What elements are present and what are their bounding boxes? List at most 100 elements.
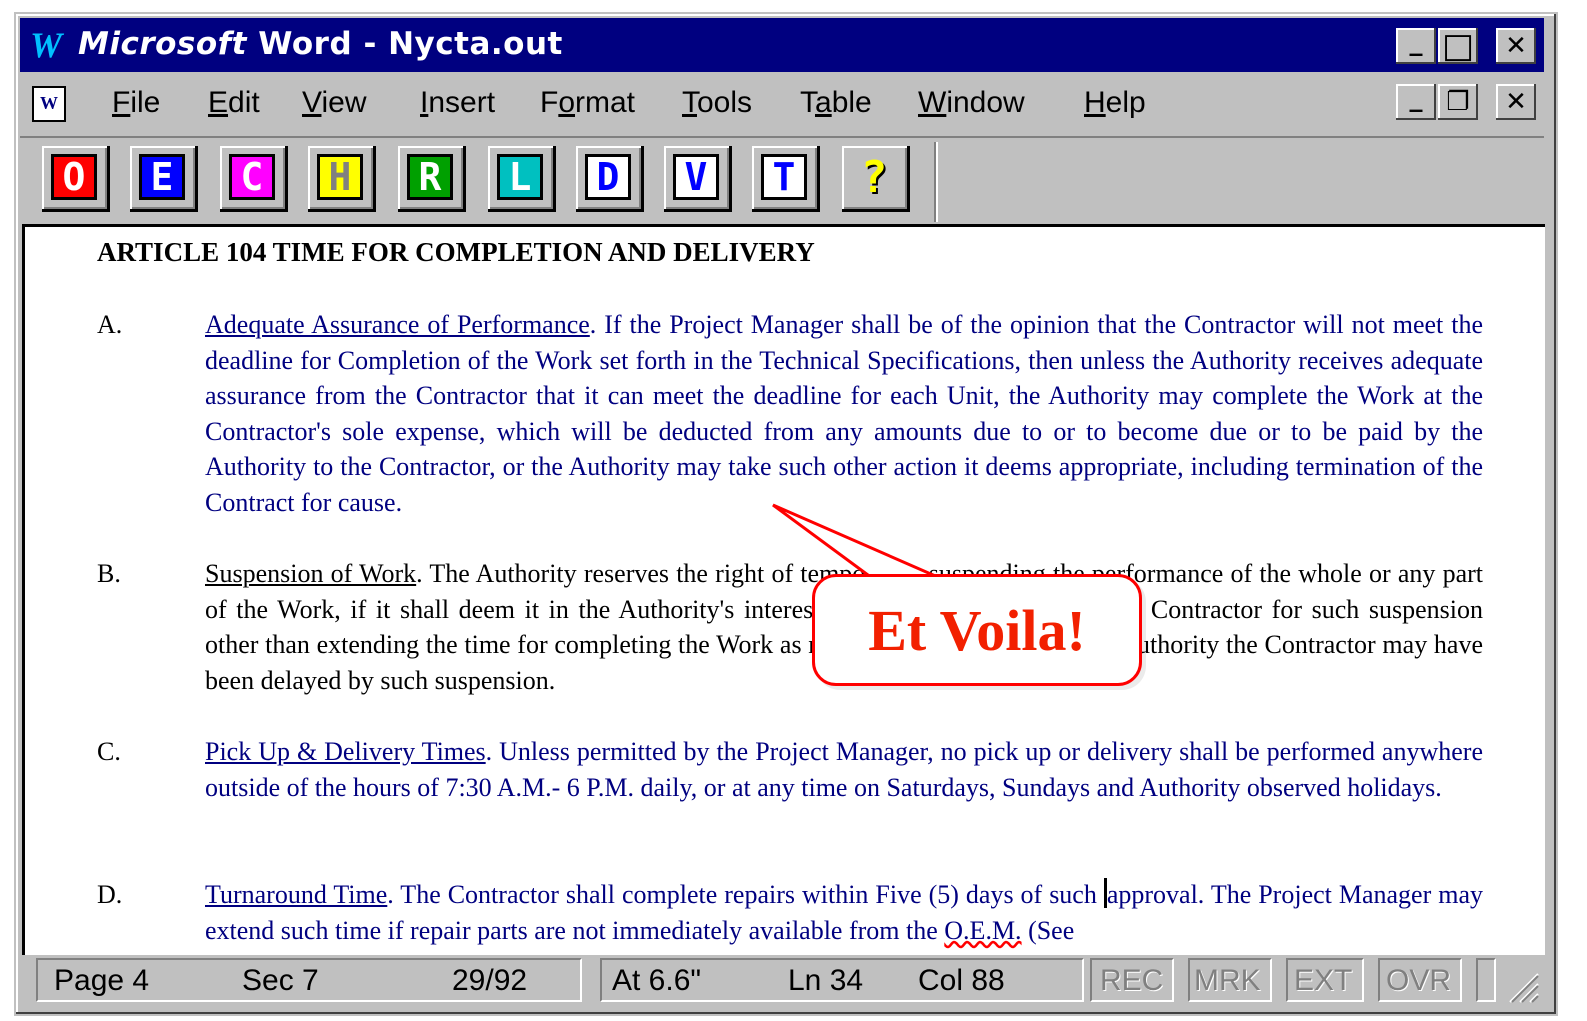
menu-label-part: T bbox=[800, 86, 815, 119]
toolbar-letter-icon: E bbox=[139, 154, 185, 200]
menu-item[interactable]: Edit bbox=[208, 86, 260, 120]
menu-label-part: dit bbox=[228, 86, 260, 119]
menu-label-part: elp bbox=[1105, 86, 1146, 119]
paragraph-letter: B. bbox=[97, 559, 121, 588]
minimize-icon: _ bbox=[1409, 27, 1423, 57]
oem-abbreviation: O.E.M. bbox=[944, 915, 1022, 945]
paragraph-letter: A. bbox=[97, 310, 123, 339]
menu-label-part: ile bbox=[130, 86, 161, 119]
status-at: At 6.6" bbox=[612, 964, 702, 997]
toolbar-button-d[interactable]: D bbox=[576, 146, 644, 212]
paragraph-heading: Turnaround Time bbox=[205, 880, 388, 909]
toolbar-button-v[interactable]: V bbox=[664, 146, 732, 212]
toolbar-letter-icon: O bbox=[51, 154, 97, 200]
minimize-icon: _ bbox=[1409, 83, 1423, 113]
menu-label-part: ble bbox=[831, 86, 872, 119]
article-heading: ARTICLE 104 TIME FOR COMPLETION AND DELI… bbox=[97, 237, 815, 267]
toolbar-letter-icon: L bbox=[497, 154, 543, 200]
menu-label-part: ools bbox=[697, 86, 753, 119]
rec-indicator[interactable]: REC bbox=[1100, 964, 1163, 998]
resize-grip-icon[interactable] bbox=[1500, 964, 1540, 1004]
title-bar[interactable]: W Microsoft Word - Nycta.out _ □ ✕ bbox=[20, 18, 1544, 72]
ext-indicator[interactable]: EXT bbox=[1294, 964, 1352, 998]
menu-bar: W File Edit View Insert Format Tools Table Wind… bbox=[20, 76, 1544, 132]
toolbar-button-help[interactable]: ? bbox=[842, 146, 910, 212]
toolbar-separator bbox=[934, 142, 938, 222]
paragraph-text: . If the Project Manager shall be of the… bbox=[205, 310, 1483, 517]
status-page-count: 29/92 bbox=[452, 964, 528, 997]
document-icon[interactable]: W bbox=[32, 86, 66, 122]
toolbar-letter-icon: V bbox=[673, 154, 719, 200]
toolbar-letter-icon: D bbox=[585, 154, 631, 200]
paragraph-text: . The Contractor shall complete repairs … bbox=[387, 880, 1104, 909]
toolbar-button-o[interactable]: O bbox=[42, 146, 110, 212]
status-page: Page 4 bbox=[54, 964, 150, 997]
restore-icon: ❐ bbox=[1446, 87, 1470, 117]
paragraph-body: Turnaround Time. The Contractor shall co… bbox=[205, 877, 1483, 948]
mrk-indicator[interactable]: MRK bbox=[1194, 964, 1261, 998]
toolbar-button-c[interactable]: C bbox=[220, 146, 288, 212]
minimize-button[interactable]: _ bbox=[1396, 27, 1436, 64]
toolbar-button-t[interactable]: T bbox=[752, 146, 820, 212]
menu-label-part: indow bbox=[946, 86, 1025, 119]
menu-item[interactable]: View bbox=[302, 86, 366, 120]
paragraph-letter: C. bbox=[97, 737, 121, 766]
paragraph-letter: D. bbox=[97, 880, 123, 909]
help-question-icon: ? bbox=[851, 152, 897, 203]
menu-item[interactable]: Window bbox=[918, 86, 1025, 120]
ovr-indicator[interactable]: OVR bbox=[1386, 964, 1451, 998]
toolbar-letter-icon: C bbox=[229, 154, 275, 200]
toolbar-letter-icon: T bbox=[761, 154, 807, 200]
paragraph-text: (See bbox=[1021, 915, 1075, 945]
toolbar-button-r[interactable]: R bbox=[398, 146, 466, 212]
menu-item[interactable]: Table bbox=[800, 86, 872, 120]
menu-label-part: F bbox=[540, 86, 559, 119]
menu-item[interactable]: Tools bbox=[682, 86, 752, 120]
status-section: Sec 7 bbox=[242, 964, 319, 997]
status-line: Ln 34 bbox=[788, 964, 864, 997]
paragraph-heading: Pick Up & Delivery Times bbox=[205, 737, 486, 766]
menu-item[interactable]: Insert bbox=[420, 86, 495, 120]
close-button[interactable]: ✕ bbox=[1496, 28, 1536, 64]
paragraph-heading: Adequate Assurance of Performance bbox=[205, 310, 590, 339]
toolbar-letter-icon: R bbox=[407, 154, 453, 200]
paragraph-body: Adequate Assurance of Performance. If th… bbox=[205, 307, 1483, 520]
menu-item[interactable]: Format bbox=[540, 86, 635, 120]
toolbar-button-h[interactable]: H bbox=[308, 146, 376, 212]
toolbar-letter-icon: H bbox=[317, 154, 363, 200]
close-icon: ✕ bbox=[1505, 31, 1527, 61]
doc-close-button[interactable]: ✕ bbox=[1496, 84, 1536, 120]
menu-accelerator: E bbox=[208, 86, 229, 119]
menu-accelerator: T bbox=[682, 86, 697, 119]
menu-item[interactable]: Help bbox=[1084, 86, 1146, 120]
paragraph-heading: Suspension of Work bbox=[205, 559, 417, 588]
custom-toolbar: O E C H R L D V T? bbox=[20, 136, 1544, 226]
menu-label-part: iew bbox=[321, 86, 367, 119]
menu-label-part: rmat bbox=[575, 86, 636, 119]
paragraph-body: Pick Up & Delivery Times. Unless permitt… bbox=[205, 734, 1483, 805]
menu-item[interactable]: File bbox=[112, 86, 160, 120]
menu-label-part: nsert bbox=[428, 86, 496, 119]
title-brand: Microsoft bbox=[78, 26, 247, 62]
doc-minimize-button[interactable]: _ bbox=[1396, 83, 1436, 120]
status-bar: Page 4 Sec 7 29/92 At 6.6" Ln 34 Col 88 … bbox=[20, 954, 1544, 1008]
word-logo-icon: W bbox=[30, 25, 63, 65]
menu-accelerator: V bbox=[302, 86, 322, 119]
status-column: Col 88 bbox=[918, 964, 1005, 997]
menu-accelerator: H bbox=[1084, 86, 1106, 119]
status-extra-panel bbox=[1476, 958, 1496, 1002]
word-window: W Microsoft Word - Nycta.out _ □ ✕ W Fil… bbox=[14, 12, 1558, 1016]
close-icon: ✕ bbox=[1505, 87, 1527, 117]
menu-accelerator: a bbox=[815, 86, 832, 119]
window-title: Microsoft Word - Nycta.out bbox=[78, 26, 563, 62]
et-voila-callout: Et Voila! bbox=[812, 574, 1142, 686]
menu-accelerator: W bbox=[918, 86, 947, 119]
document-area[interactable]: ARTICLE 104 TIME FOR COMPLETION AND DELI… bbox=[22, 224, 1545, 955]
maximize-button[interactable]: □ bbox=[1438, 26, 1478, 66]
toolbar-button-l[interactable]: L bbox=[488, 146, 556, 212]
maximize-icon: □ bbox=[1441, 26, 1475, 66]
title-document: Word - Nycta.out bbox=[247, 26, 563, 62]
menu-accelerator: F bbox=[112, 86, 131, 119]
doc-restore-button[interactable]: ❐ bbox=[1438, 84, 1478, 120]
toolbar-button-e[interactable]: E bbox=[130, 146, 198, 212]
